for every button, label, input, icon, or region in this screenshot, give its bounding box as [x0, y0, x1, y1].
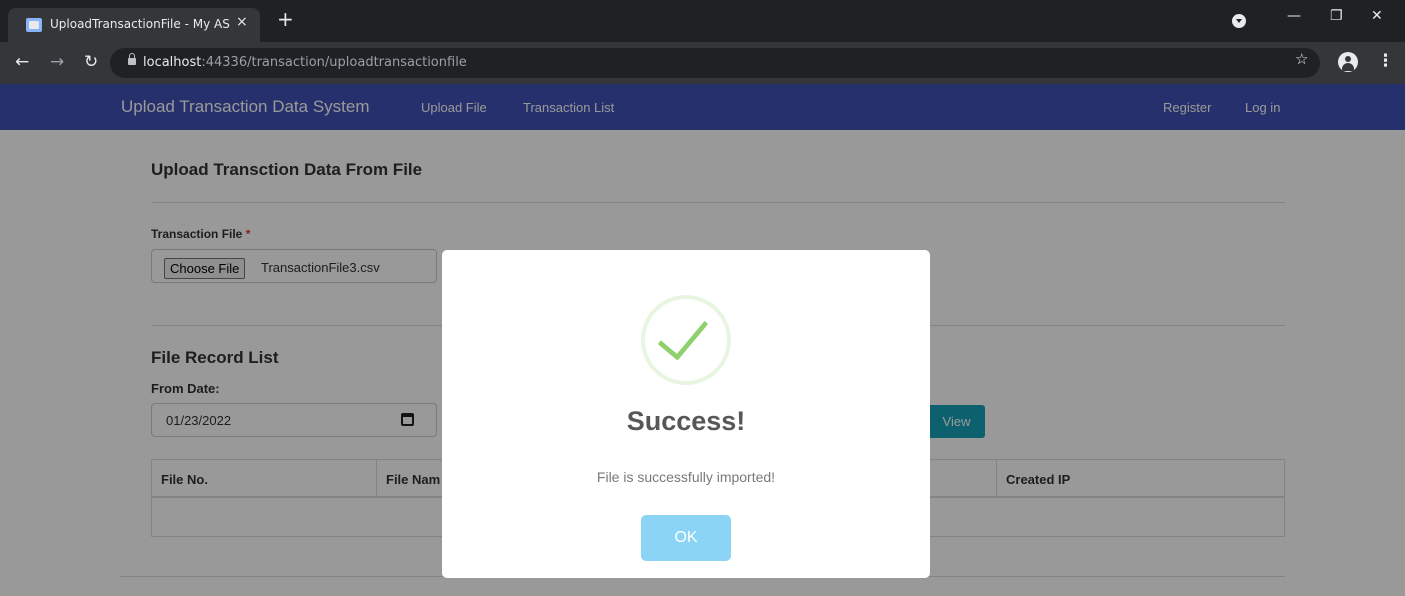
url-host: localhost — [143, 55, 202, 70]
forward-icon[interactable]: → — [50, 52, 64, 72]
close-tab-icon[interactable]: × — [236, 14, 248, 30]
check-icon — [657, 307, 709, 361]
favicon-icon — [26, 18, 42, 32]
ok-button[interactable]: OK — [641, 515, 731, 561]
back-icon[interactable]: ← — [15, 52, 29, 72]
avatar-icon[interactable] — [1338, 52, 1358, 72]
dialog-message: File is successfully imported! — [596, 469, 776, 485]
close-window-icon[interactable]: ✕ — [1371, 8, 1383, 24]
new-tab-icon[interactable]: + — [277, 7, 294, 31]
browser-toolbar: ← → ↻ localhost:44336/transaction/upload… — [0, 42, 1405, 84]
url-text: localhost:44336/transaction/uploadtransa… — [143, 55, 467, 70]
success-dialog: Success! File is successfully imported! … — [442, 250, 930, 578]
success-icon-ring — [641, 295, 731, 385]
dialog-title: Success! — [626, 406, 746, 436]
lock-icon[interactable] — [128, 53, 136, 65]
url-path: :44336/transaction/uploadtransactionfile — [201, 55, 467, 70]
browser-tab[interactable]: UploadTransactionFile - My ASP.N × — [8, 8, 260, 42]
browser-tab-strip: UploadTransactionFile - My ASP.N × + — ❐… — [0, 0, 1405, 42]
tab-title: UploadTransactionFile - My ASP.N — [50, 17, 230, 31]
star-icon[interactable]: ☆ — [1295, 50, 1308, 68]
address-bar[interactable]: localhost:44336/transaction/uploadtransa… — [110, 48, 1320, 78]
minimize-icon[interactable]: — — [1287, 8, 1301, 24]
profile-dropdown-icon[interactable] — [1232, 14, 1246, 28]
reload-icon[interactable]: ↻ — [84, 52, 98, 72]
restore-icon[interactable]: ❐ — [1330, 8, 1343, 24]
menu-icon[interactable]: ⋮ — [1377, 51, 1394, 71]
